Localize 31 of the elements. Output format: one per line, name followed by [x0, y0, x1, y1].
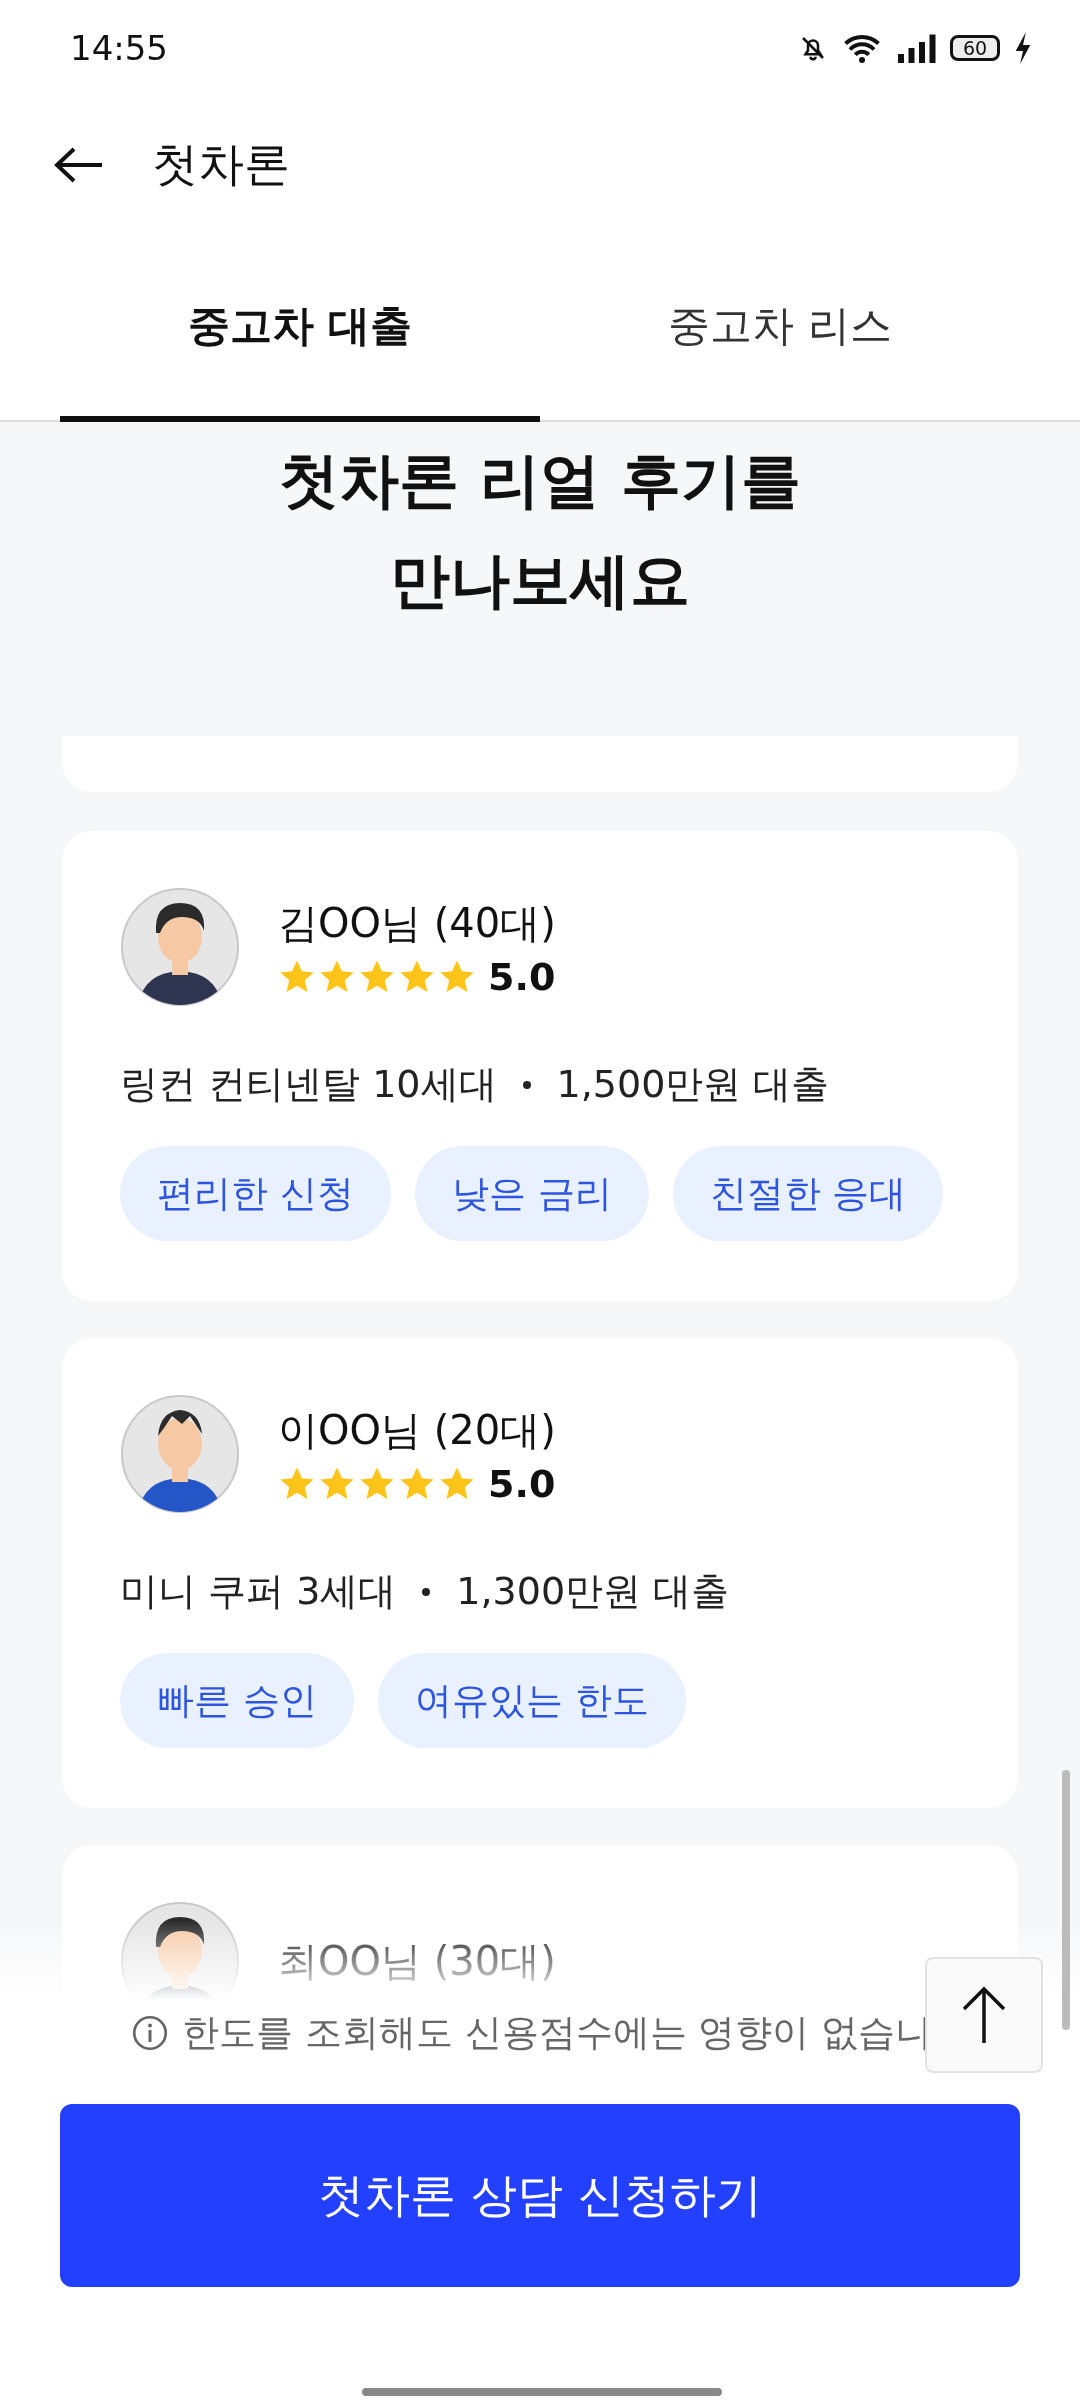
info-icon	[132, 2015, 168, 2051]
loan-amount: 1,500만원 대출	[556, 1061, 830, 1108]
charging-icon	[1014, 31, 1032, 64]
tab[interactable]: 중고차 리스	[540, 235, 1020, 422]
reviewer-name: 김OO님 (40대)	[278, 898, 556, 948]
rating-value: 5.0	[488, 1461, 556, 1506]
scroll-top-button[interactable]	[925, 1957, 1043, 2073]
avatar-icon	[120, 1394, 240, 1514]
signal-icon	[896, 32, 936, 63]
notice-text: 한도를 조회해도 신용점수에는 영향이 없습니	[182, 2010, 933, 2056]
rating-value: 5.0	[488, 954, 556, 999]
loan-amount: 1,300만원 대출	[456, 1568, 730, 1615]
clock-time: 14:55	[70, 27, 168, 68]
review-tag: 여유있는 한도	[377, 1653, 686, 1748]
avatar-icon	[120, 887, 240, 1007]
battery-level: 60	[950, 34, 1000, 61]
review-tag: 낮은 금리	[414, 1146, 649, 1241]
section-heading: 만나보세요	[390, 544, 690, 617]
separator-dot	[522, 1080, 531, 1089]
review-tag: 친절한 응대	[672, 1146, 944, 1241]
section-heading: 첫차론 리얼 후기를	[279, 444, 801, 517]
separator-dot	[422, 1587, 431, 1596]
consult-button[interactable]: 첫차론 상담 신청하기	[60, 2104, 1020, 2287]
car-model: 미니 쿠퍼 3세대	[120, 1568, 397, 1615]
page-title: 첫차론	[152, 136, 290, 193]
reviewer-name: 최OO님 (30대)	[278, 1936, 556, 1986]
review-tag: 편리한 신청	[120, 1146, 391, 1241]
reviewer-name: 이OO님 (20대)	[278, 1405, 556, 1455]
wifi-icon	[842, 32, 882, 63]
car-model: 링컨 컨티넨탈 10세대	[120, 1061, 497, 1108]
review-tag: 빠른 승인	[120, 1653, 354, 1748]
